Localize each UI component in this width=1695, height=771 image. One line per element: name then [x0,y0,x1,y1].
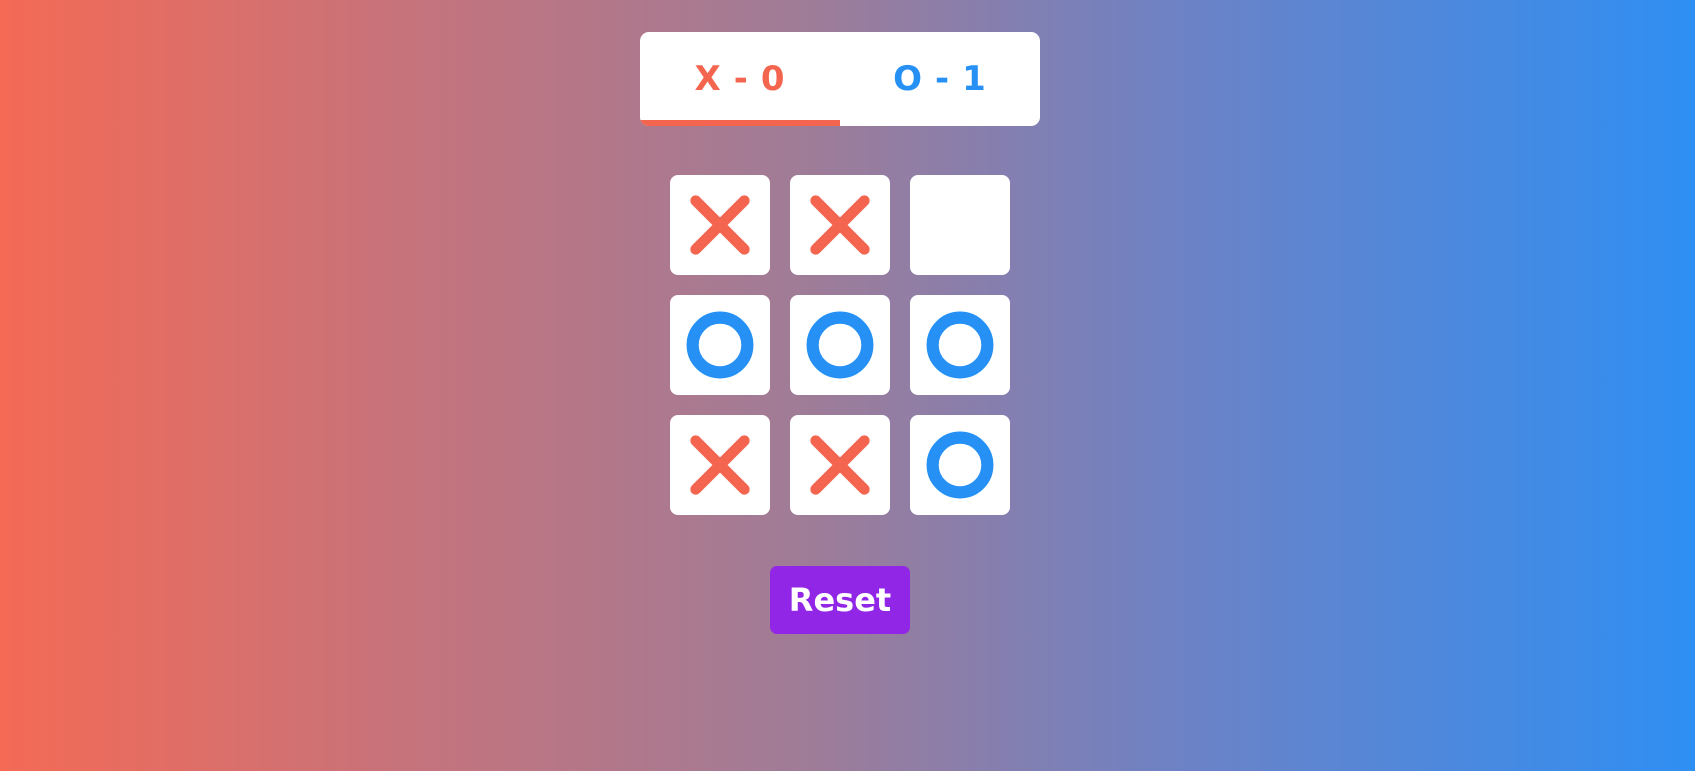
game-board [670,175,1010,515]
board-cell-1[interactable] [670,175,770,275]
score-x-symbol: X [694,59,722,99]
board-cell-9[interactable] [910,415,1010,515]
board-cell-4[interactable] [670,295,770,395]
board-cell-5[interactable] [790,295,890,395]
o-mark-icon [686,311,754,379]
score-o-symbol: O [893,59,924,99]
board-cell-6[interactable] [910,295,1010,395]
x-mark-icon [810,435,870,495]
score-o-separator: - [935,59,951,99]
score-x-separator: - [733,59,749,99]
board-cell-7[interactable] [670,415,770,515]
board-cell-2[interactable] [790,175,890,275]
score-x: X - 0 [640,32,840,126]
x-mark-icon [690,195,750,255]
board-cell-3[interactable] [910,175,1010,275]
x-mark-icon [690,435,750,495]
o-mark-icon [926,311,994,379]
board-cell-8[interactable] [790,415,890,515]
o-mark-icon [926,431,994,499]
score-x-value: 0 [760,59,786,99]
score-o-value: 1 [962,59,987,99]
x-mark-icon [810,195,870,255]
reset-button[interactable]: Reset [770,566,910,634]
scoreboard: X - 0 O - 1 [640,32,1040,126]
score-o: O - 1 [840,32,1040,126]
active-turn-indicator [640,120,840,126]
o-mark-icon [806,311,874,379]
